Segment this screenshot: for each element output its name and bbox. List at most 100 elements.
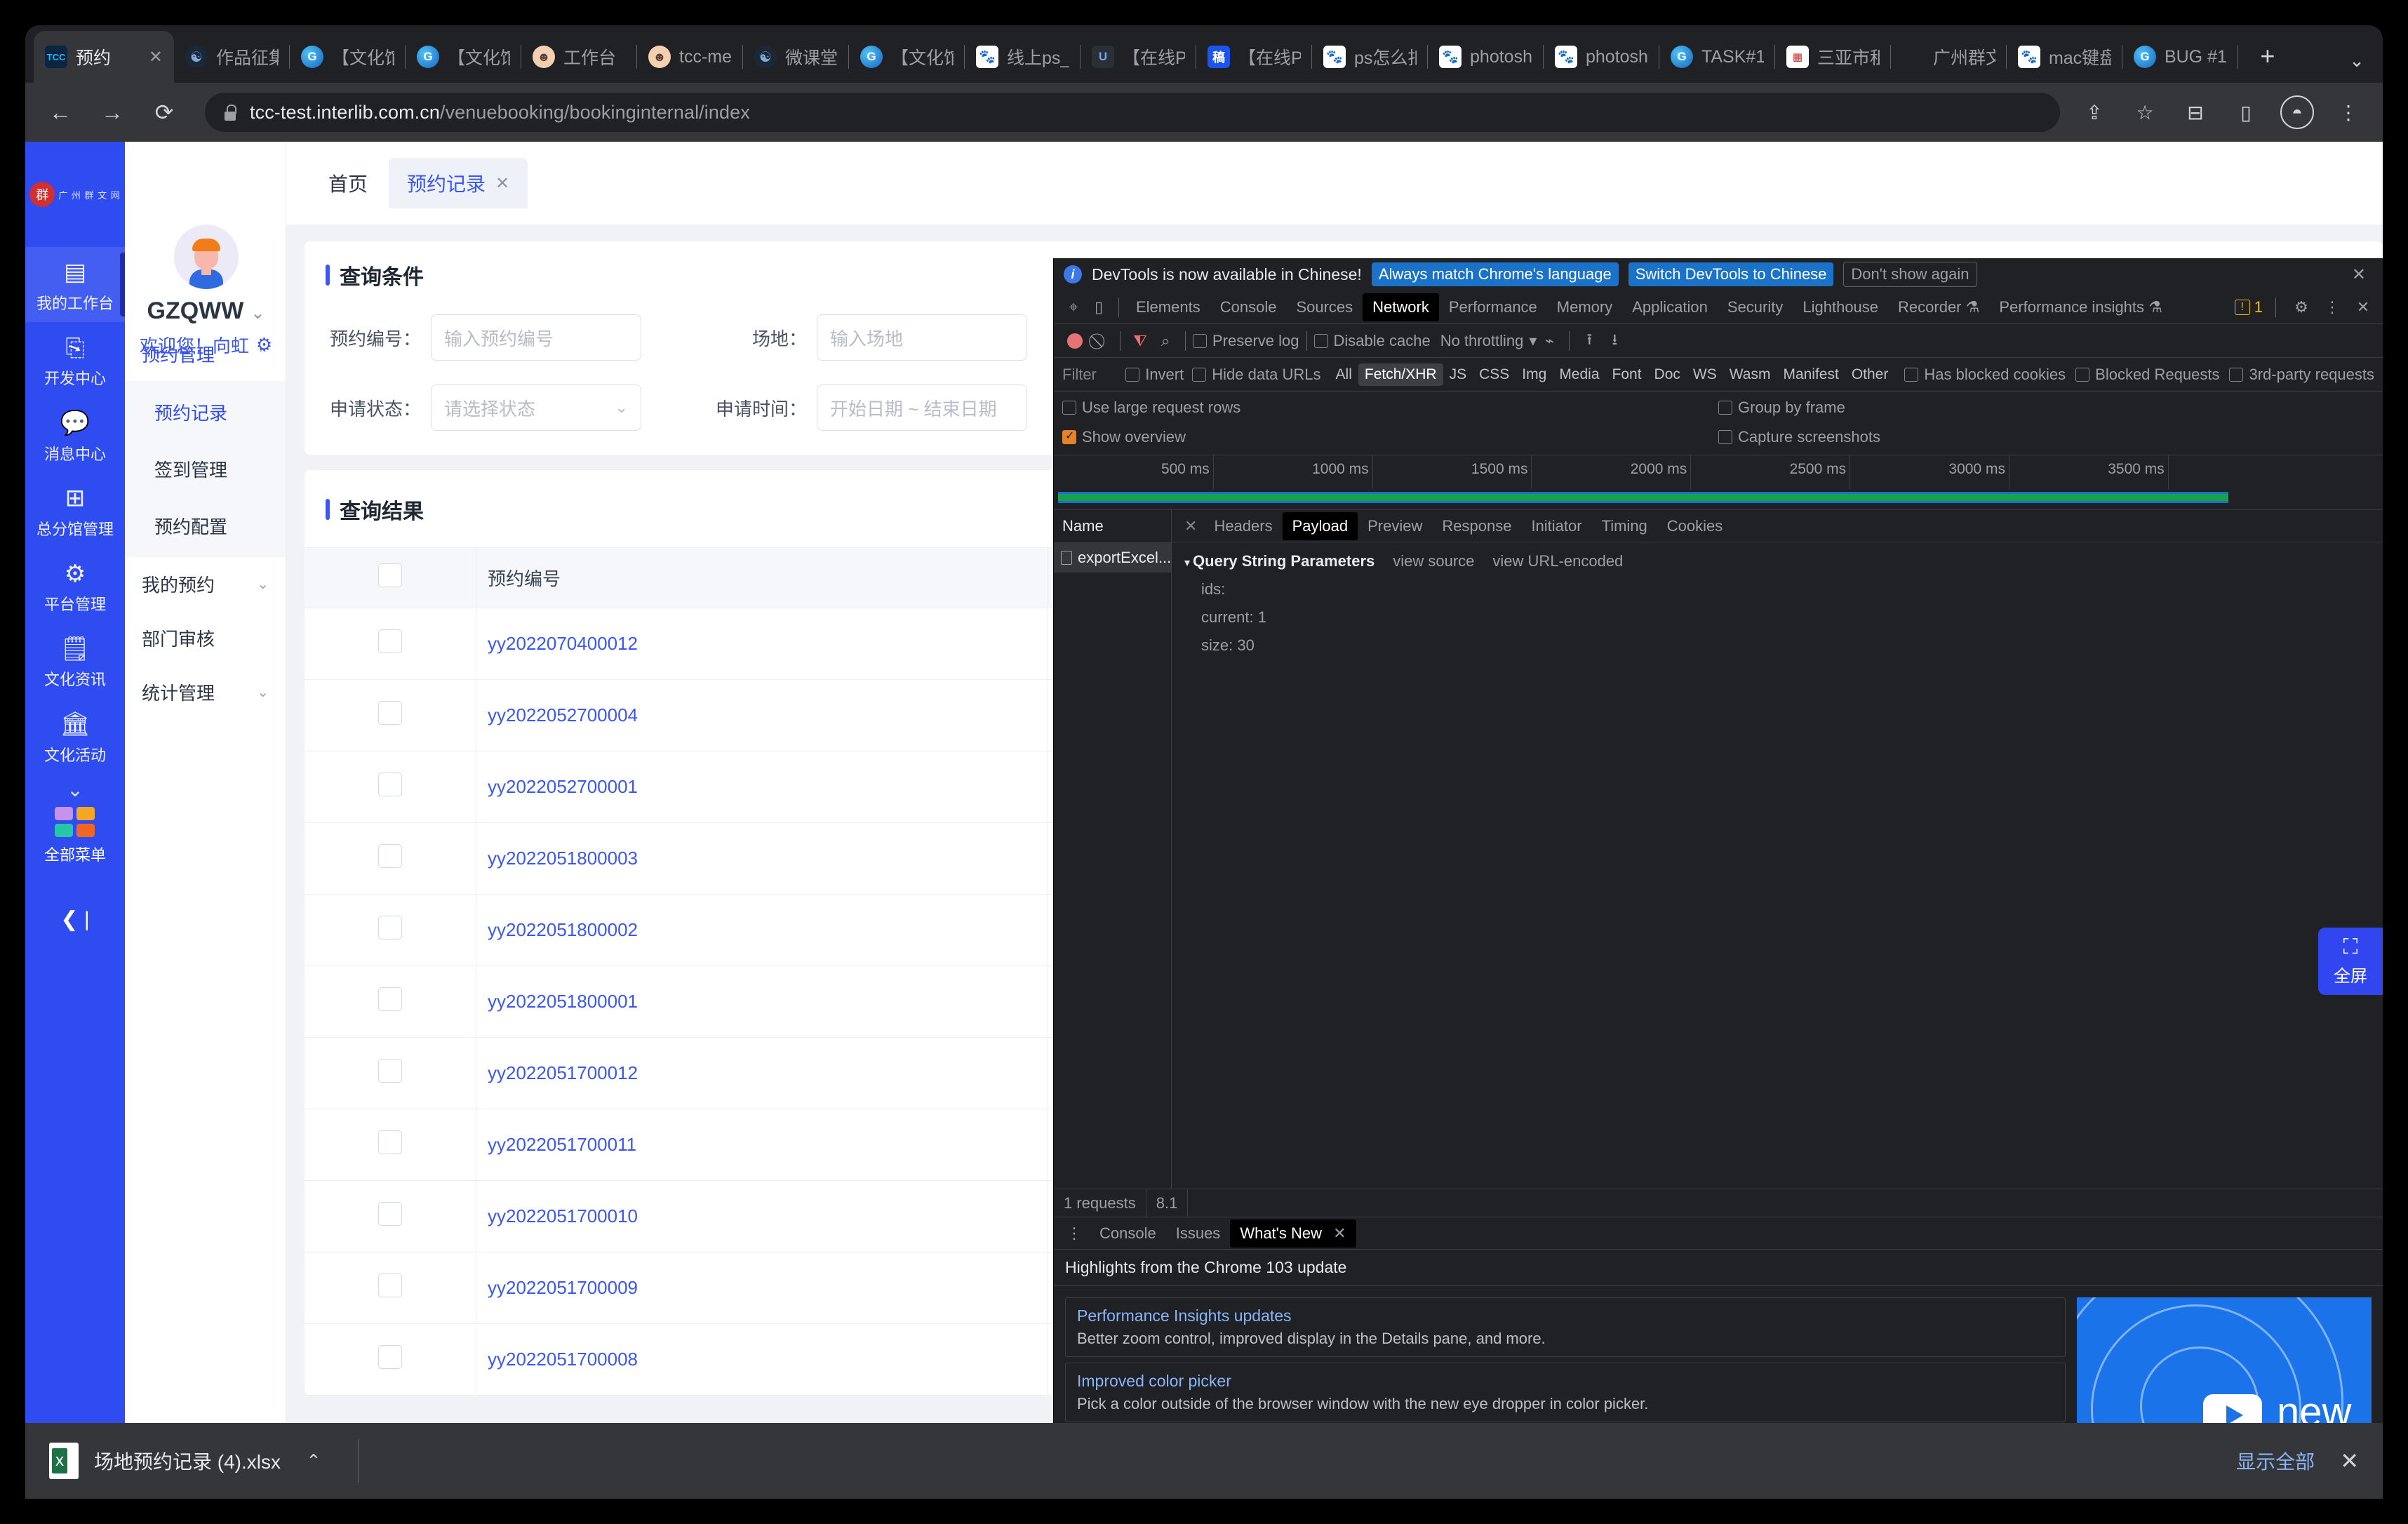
browser-tab[interactable]: 🐾 线上ps_ bbox=[965, 31, 1081, 83]
search-icon[interactable]: ⌕ bbox=[1153, 328, 1178, 354]
card-title[interactable]: Improved color picker bbox=[1077, 1372, 2054, 1391]
column-booking-no[interactable]: 预约编号 bbox=[476, 547, 1049, 608]
filter-type-other[interactable]: Other bbox=[1845, 363, 1895, 386]
user-name[interactable]: GZQWW ⌄ bbox=[131, 298, 281, 325]
detail-tab-timing[interactable]: Timing bbox=[1592, 512, 1657, 540]
sidebar-group-dept-review[interactable]: 部门审核 bbox=[125, 611, 286, 665]
whats-new-card[interactable]: Performance Insights updates Better zoom… bbox=[1065, 1297, 2066, 1357]
close-icon[interactable]: ✕ bbox=[1177, 517, 1204, 535]
gear-icon[interactable]: ⚙ bbox=[256, 334, 272, 356]
dont-show-again-button[interactable]: Don't show again bbox=[1843, 262, 1977, 287]
browser-tab[interactable]: ☯ 作品征集 bbox=[174, 31, 290, 83]
browser-tab[interactable]: TCC 预约 ✕ bbox=[34, 31, 174, 83]
filter-input[interactable]: Filter bbox=[1062, 366, 1125, 384]
filter-type-fetch-xhr[interactable]: Fetch/XHR bbox=[1358, 363, 1443, 386]
record-icon[interactable] bbox=[1062, 328, 1088, 354]
booking-no-input[interactable]: 输入预约编号 bbox=[431, 314, 641, 361]
group-by-frame-checkbox[interactable] bbox=[1718, 401, 1732, 415]
drawer-tab-issues[interactable]: Issues bbox=[1166, 1219, 1231, 1248]
detail-tab-cookies[interactable]: Cookies bbox=[1657, 512, 1732, 540]
avatar[interactable] bbox=[173, 225, 239, 289]
browser-tab[interactable]: G 【文化馆 bbox=[290, 31, 406, 83]
all-menu-button[interactable]: 全部菜单 bbox=[44, 807, 106, 865]
filter-type-img[interactable]: Img bbox=[1516, 363, 1553, 386]
tab-performance-insights[interactable]: Performance insights ⚗ bbox=[1989, 293, 2172, 321]
filter-type-ws[interactable]: WS bbox=[1687, 363, 1723, 386]
switch-to-chinese-button[interactable]: Switch DevTools to Chinese bbox=[1628, 262, 1834, 286]
browser-tab[interactable]: G TASK#1 bbox=[1659, 31, 1775, 83]
booking-no-link[interactable]: yy2022051700010 bbox=[488, 1205, 638, 1226]
tab-search-icon[interactable]: ⌄ bbox=[2349, 50, 2364, 72]
group-by-frame-option[interactable]: Group by frame bbox=[1718, 399, 2374, 417]
hide-data-urls-option[interactable]: Hide data URLs bbox=[1192, 366, 1321, 384]
filter-type-js[interactable]: JS bbox=[1443, 363, 1473, 386]
always-match-language-button[interactable]: Always match Chrome's language bbox=[1371, 262, 1619, 286]
browser-tab[interactable]: ▦ 三亚市租 bbox=[1775, 31, 1891, 83]
row-checkbox[interactable] bbox=[378, 916, 402, 940]
third-party-requests-option[interactable]: 3rd-party requests bbox=[2229, 366, 2374, 384]
has-blocked-cookies-option[interactable]: Has blocked cookies bbox=[1904, 366, 2066, 384]
capture-screenshots-option[interactable]: Capture screenshots bbox=[1718, 428, 2374, 446]
sidebar-item-dev-center[interactable]: ⎘ 开发中心 bbox=[25, 322, 125, 397]
booking-no-link[interactable]: yy2022051800002 bbox=[488, 919, 638, 940]
sidebar-item-workbench[interactable]: ▤ 我的工作台 bbox=[25, 247, 125, 323]
inspect-element-icon[interactable]: ⌖ bbox=[1061, 295, 1086, 320]
close-icon[interactable]: ✕ bbox=[149, 47, 163, 67]
card-title[interactable]: Performance Insights updates bbox=[1077, 1306, 2054, 1325]
row-checkbox[interactable] bbox=[378, 629, 402, 653]
booking-no-link[interactable]: yy2022051700008 bbox=[488, 1349, 638, 1370]
close-icon[interactable]: ✕ bbox=[495, 173, 509, 194]
row-checkbox[interactable] bbox=[378, 701, 402, 725]
browser-tab[interactable]: G BUG #1 bbox=[2122, 31, 2238, 83]
back-button[interactable]: ← bbox=[44, 95, 77, 129]
filter-type-doc[interactable]: Doc bbox=[1648, 363, 1687, 386]
show-overview-option[interactable]: Show overview bbox=[1062, 428, 1718, 446]
close-icon[interactable]: ✕ bbox=[1333, 1224, 1346, 1242]
booking-no-link[interactable]: yy2022052700004 bbox=[488, 704, 638, 726]
booking-no-link[interactable]: yy2022052700001 bbox=[488, 776, 638, 797]
filter-type-font[interactable]: Font bbox=[1606, 363, 1648, 386]
third-party-checkbox[interactable] bbox=[2229, 367, 2244, 382]
apply-time-daterange[interactable]: 开始日期 ~ 结束日期 bbox=[817, 385, 1027, 431]
tab-booking-records[interactable]: 预约记录 ✕ bbox=[389, 158, 528, 208]
sidebar-item-checkin-manage[interactable]: 签到管理 bbox=[125, 441, 286, 497]
preserve-log-checkbox[interactable] bbox=[1193, 333, 1207, 348]
reading-list-icon[interactable]: ⊟ bbox=[2179, 96, 2212, 128]
warning-badge[interactable]: ! 1 bbox=[2234, 298, 2263, 316]
wifi-icon[interactable]: ⌁ bbox=[1537, 328, 1562, 354]
booking-no-link[interactable]: yy2022051800001 bbox=[488, 991, 638, 1012]
sidebar-group-statistics[interactable]: 统计管理 ⌄ bbox=[125, 665, 286, 719]
browser-tab[interactable]: 🐾 ps怎么扣 bbox=[1312, 31, 1429, 83]
sidebar-item-culture-news[interactable]: 🗒 文化资讯 bbox=[25, 623, 125, 698]
kebab-icon[interactable]: ⋮ bbox=[1059, 1224, 1090, 1243]
row-checkbox[interactable] bbox=[378, 1274, 402, 1297]
sidebar-item-message-center[interactable]: 💬 消息中心 bbox=[25, 398, 125, 473]
booking-no-link[interactable]: yy2022051700012 bbox=[488, 1062, 638, 1083]
download-file-name[interactable]: 场地预约记录 (4).xlsx bbox=[94, 1447, 281, 1475]
drawer-tab-console[interactable]: Console bbox=[1090, 1219, 1166, 1248]
preserve-log-option[interactable]: Preserve log bbox=[1193, 332, 1299, 350]
tab-memory[interactable]: Memory bbox=[1547, 293, 1622, 321]
profile-avatar[interactable]: ◓ bbox=[2280, 95, 2314, 129]
tab-console[interactable]: Console bbox=[1210, 293, 1287, 321]
new-tab-button[interactable]: + bbox=[2248, 36, 2287, 76]
show-overview-checkbox[interactable] bbox=[1062, 429, 1076, 444]
clear-icon[interactable]: ⃠ bbox=[1088, 328, 1113, 354]
apply-status-select[interactable]: 请选择状态 ⌄ bbox=[431, 385, 641, 431]
use-large-rows-checkbox[interactable] bbox=[1062, 401, 1076, 415]
invert-option[interactable]: Invert bbox=[1125, 366, 1184, 384]
tab-network[interactable]: Network bbox=[1363, 293, 1439, 321]
invert-checkbox[interactable] bbox=[1125, 367, 1140, 382]
detail-tab-response[interactable]: Response bbox=[1432, 512, 1521, 540]
detail-tab-initiator[interactable]: Initiator bbox=[1521, 512, 1591, 540]
browser-tab[interactable]: ☯ 微课堂 bbox=[743, 31, 850, 83]
filter-type-manifest[interactable]: Manifest bbox=[1777, 363, 1845, 386]
tab-lighthouse[interactable]: Lighthouse bbox=[1793, 293, 1888, 321]
close-icon[interactable]: ✕ bbox=[2350, 295, 2376, 320]
browser-tab[interactable]: 稿 【在线P bbox=[1196, 31, 1313, 83]
has-blocked-cookies-checkbox[interactable] bbox=[1904, 367, 1919, 382]
disable-cache-option[interactable]: Disable cache bbox=[1313, 332, 1431, 350]
share-icon[interactable]: ⇪ bbox=[2078, 96, 2111, 128]
tab-performance[interactable]: Performance bbox=[1439, 293, 1547, 321]
use-large-rows-option[interactable]: Use large request rows bbox=[1062, 399, 1718, 417]
